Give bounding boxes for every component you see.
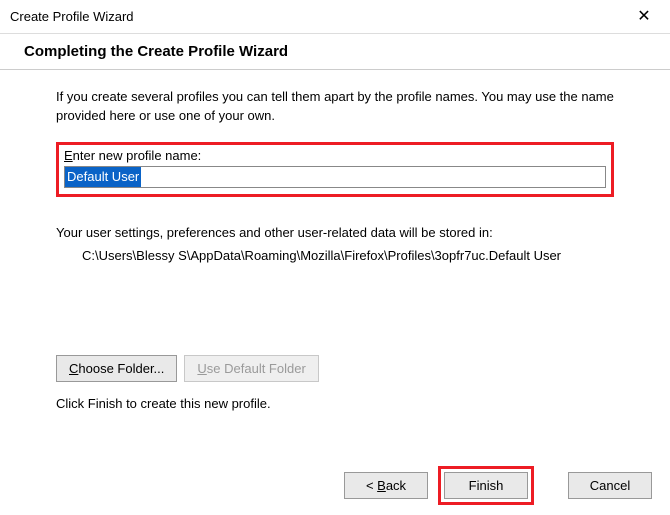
window-title: Create Profile Wizard [10,9,134,24]
profile-name-label: Enter new profile name: [64,148,606,163]
finish-highlight: Finish [438,466,534,505]
cancel-button[interactable]: Cancel [568,472,652,499]
profile-path: C:\Users\Blessy S\AppData\Roaming\Mozill… [82,246,602,266]
profile-name-value: Default User [65,167,141,187]
wizard-header: Completing the Create Profile Wizard [0,34,670,70]
finish-button[interactable]: Finish [444,472,528,499]
use-default-folder-button: Use Default Folder [184,355,318,382]
choose-folder-button[interactable]: Choose Folder... [56,355,177,382]
back-button[interactable]: < Back [344,472,428,499]
close-icon[interactable]: ✕ [630,8,658,26]
wizard-footer: < Back Finish Cancel [344,466,652,505]
wizard-body: If you create several profiles you can t… [0,70,670,423]
intro-text: If you create several profiles you can t… [56,88,614,126]
titlebar: Create Profile Wizard ✕ [0,0,670,34]
finish-note: Click Finish to create this new profile. [56,396,614,411]
page-title: Completing the Create Profile Wizard [24,43,668,60]
folder-button-row: Choose Folder... Use Default Folder [56,355,614,382]
profile-name-input[interactable]: Default User [64,166,606,188]
profile-name-highlight: Enter new profile name: Default User [56,142,614,197]
storage-note: Your user settings, preferences and othe… [56,225,614,240]
